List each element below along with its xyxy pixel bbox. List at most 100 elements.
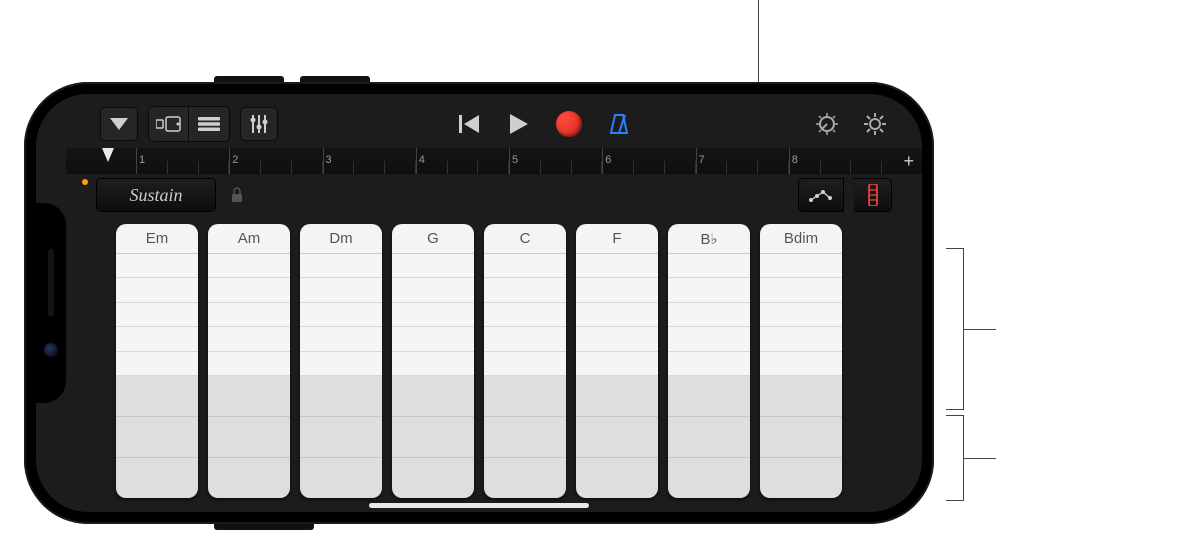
chord-strip[interactable]: F — [576, 224, 658, 498]
chord-row[interactable] — [576, 417, 658, 458]
chord-strip-upper[interactable] — [300, 254, 382, 376]
chord-row[interactable] — [760, 417, 842, 458]
chord-row[interactable] — [392, 417, 474, 458]
ruler-bar[interactable]: 5 — [509, 148, 602, 174]
chord-row[interactable] — [208, 352, 290, 376]
chord-row[interactable] — [300, 327, 382, 351]
chord-row[interactable] — [392, 327, 474, 351]
my-songs-button[interactable] — [100, 107, 138, 141]
add-section-button[interactable]: + — [903, 151, 914, 172]
chord-row[interactable] — [208, 327, 290, 351]
chord-row[interactable] — [760, 458, 842, 498]
chord-row[interactable] — [300, 417, 382, 458]
ruler-bar[interactable]: 8 — [789, 148, 882, 174]
chord-row[interactable] — [116, 417, 198, 458]
playhead-marker[interactable] — [102, 148, 114, 162]
chord-row[interactable] — [668, 254, 750, 278]
ruler-bar[interactable]: 3 — [323, 148, 416, 174]
chord-row[interactable] — [760, 352, 842, 376]
chord-strip[interactable]: G — [392, 224, 474, 498]
timeline-ruler[interactable]: 12345678 + — [66, 148, 922, 174]
lock-icon[interactable] — [226, 187, 248, 203]
chord-row[interactable] — [484, 458, 566, 498]
chord-row[interactable] — [576, 376, 658, 417]
chord-row[interactable] — [208, 278, 290, 302]
chord-row[interactable] — [208, 254, 290, 278]
record-button[interactable] — [554, 109, 584, 139]
chord-row[interactable] — [116, 352, 198, 376]
chord-row[interactable] — [116, 278, 198, 302]
chord-strip-upper[interactable] — [576, 254, 658, 376]
chord-strip-upper[interactable] — [392, 254, 474, 376]
chord-row[interactable] — [300, 352, 382, 376]
chord-strip-upper[interactable] — [484, 254, 566, 376]
chord-strip-lower[interactable] — [208, 376, 290, 498]
chord-row[interactable] — [484, 254, 566, 278]
browser-button[interactable] — [149, 107, 189, 141]
chord-row[interactable] — [116, 458, 198, 498]
chord-strip-lower[interactable] — [116, 376, 198, 498]
chord-row[interactable] — [392, 458, 474, 498]
chord-row[interactable] — [576, 303, 658, 327]
chord-strip-lower[interactable] — [760, 376, 842, 498]
chord-row[interactable] — [208, 303, 290, 327]
sustain-button[interactable]: Sustain — [96, 178, 216, 212]
track-controls-button[interactable] — [240, 107, 278, 141]
chord-row[interactable] — [484, 303, 566, 327]
chord-strip-upper[interactable] — [668, 254, 750, 376]
chord-strip-upper[interactable] — [116, 254, 198, 376]
chord-row[interactable] — [484, 352, 566, 376]
chord-row[interactable] — [760, 327, 842, 351]
chord-row[interactable] — [484, 327, 566, 351]
chord-row[interactable] — [116, 327, 198, 351]
chord-row[interactable] — [392, 352, 474, 376]
chord-row[interactable] — [392, 254, 474, 278]
ruler-bar[interactable]: 6 — [602, 148, 695, 174]
chord-strip[interactable]: Bdim — [760, 224, 842, 498]
chord-row[interactable] — [484, 278, 566, 302]
chord-row[interactable] — [668, 303, 750, 327]
chord-row[interactable] — [668, 458, 750, 498]
chord-row[interactable] — [392, 303, 474, 327]
chord-row[interactable] — [300, 458, 382, 498]
chord-row[interactable] — [300, 303, 382, 327]
chord-strip[interactable]: Dm — [300, 224, 382, 498]
tracks-button[interactable] — [189, 107, 229, 141]
chord-row[interactable] — [576, 254, 658, 278]
song-settings-button[interactable] — [858, 107, 892, 141]
chord-row[interactable] — [760, 254, 842, 278]
chord-row[interactable] — [760, 376, 842, 417]
chord-row[interactable] — [484, 417, 566, 458]
chord-row[interactable] — [208, 417, 290, 458]
chord-row[interactable] — [576, 327, 658, 351]
chord-row[interactable] — [576, 278, 658, 302]
chord-strip-upper[interactable] — [208, 254, 290, 376]
chord-row[interactable] — [300, 254, 382, 278]
chord-row[interactable] — [208, 458, 290, 498]
chord-row[interactable] — [484, 376, 566, 417]
chord-row[interactable] — [300, 278, 382, 302]
chord-row[interactable] — [668, 376, 750, 417]
chord-row[interactable] — [392, 376, 474, 417]
chord-row[interactable] — [760, 303, 842, 327]
metronome-button[interactable] — [604, 109, 634, 139]
chord-row[interactable] — [668, 352, 750, 376]
ruler-bar[interactable]: 2 — [229, 148, 322, 174]
chord-strip[interactable]: C — [484, 224, 566, 498]
master-effects-button[interactable] — [810, 107, 844, 141]
chord-strip-lower[interactable] — [392, 376, 474, 498]
ruler-bar[interactable]: 1 — [136, 148, 229, 174]
chord-strip-upper[interactable] — [760, 254, 842, 376]
chord-strip-lower[interactable] — [484, 376, 566, 498]
chord-strip[interactable]: Am — [208, 224, 290, 498]
chord-row[interactable] — [668, 417, 750, 458]
chord-row[interactable] — [760, 278, 842, 302]
play-button[interactable] — [504, 109, 534, 139]
chord-row[interactable] — [208, 376, 290, 417]
arpeggiator-button[interactable] — [798, 178, 844, 212]
go-to-beginning-button[interactable] — [454, 109, 484, 139]
chord-row[interactable] — [300, 376, 382, 417]
chord-row[interactable] — [576, 458, 658, 498]
chord-row[interactable] — [116, 303, 198, 327]
chord-strip[interactable]: B♭ — [668, 224, 750, 498]
